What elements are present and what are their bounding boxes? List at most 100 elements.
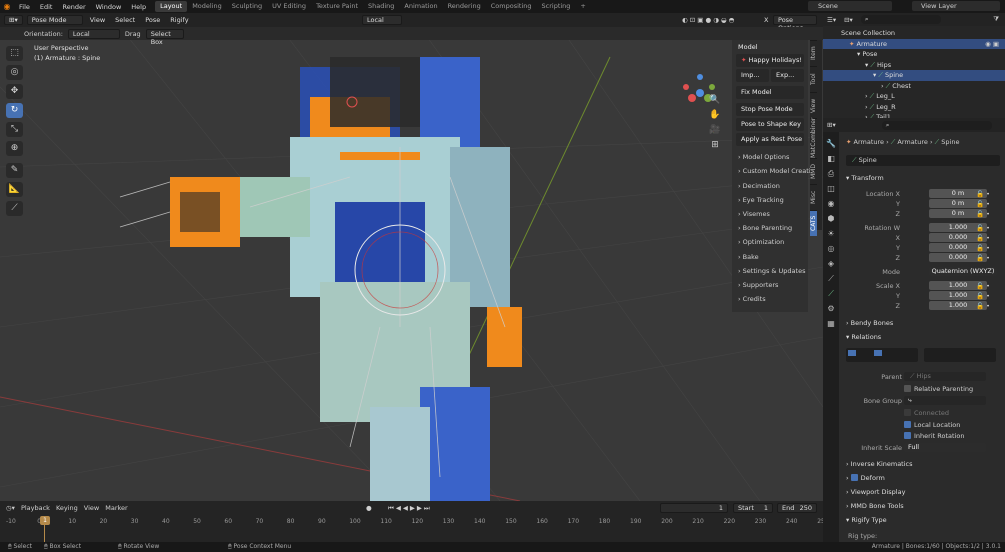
connected-row[interactable]: Connected — [904, 408, 1005, 418]
lock-icon[interactable]: 🔓 • — [976, 253, 990, 263]
apply-rest-pose-button[interactable]: Apply as Rest Pose — [736, 133, 804, 147]
panel-bendy-bones[interactable]: › Bendy Bones — [846, 318, 893, 329]
panel-mmd-bone-tools[interactable]: › MMD Bone Tools — [846, 501, 904, 512]
bone-name-field[interactable]: ⟋ Spine — [846, 155, 1000, 166]
panel-viewport-display[interactable]: › Viewport Display — [846, 487, 905, 498]
tab-texture-paint[interactable]: Texture Paint — [311, 1, 363, 12]
tab-uv-editing[interactable]: UV Editing — [267, 1, 311, 12]
lock-icon[interactable]: 🔓 • — [976, 209, 990, 219]
tab-modeling[interactable]: Modeling — [187, 1, 227, 12]
lock-icon[interactable]: 🔓 • — [976, 301, 990, 311]
tab-animation[interactable]: Animation — [399, 1, 442, 12]
panel-relations[interactable]: ▾ Relations — [846, 332, 881, 343]
tab-rendering[interactable]: Rendering — [443, 1, 486, 12]
inherit-scale-dropdown[interactable]: Full — [904, 443, 986, 452]
outliner-row-spine[interactable]: ▾ ⟋ Spine — [823, 70, 1005, 81]
inherit-rotation-row[interactable]: Inherit Rotation — [904, 431, 1005, 441]
lock-icon[interactable]: 🔓 • — [976, 233, 990, 243]
cursor-tool-icon[interactable]: ⬚ — [6, 46, 23, 61]
export-button[interactable]: Exp... — [771, 69, 804, 83]
section-visemes[interactable]: › Visemes — [732, 207, 808, 221]
tab-view[interactable]: View — [810, 92, 817, 118]
editor-type-dropdown[interactable]: ⊞▾ — [4, 15, 23, 25]
section-model-options[interactable]: › Model Options — [732, 150, 808, 164]
rotate-tool-icon[interactable]: ↻ — [6, 103, 23, 118]
move-tool-icon[interactable]: ✥ — [6, 84, 23, 99]
transform-orientation-dropdown[interactable]: Local — [362, 15, 402, 25]
menu-file[interactable]: File — [14, 3, 35, 11]
outliner-filter-icon[interactable]: ⧩ — [993, 15, 1005, 24]
panel-title-model[interactable]: Model — [732, 40, 808, 54]
outliner-row-scene-collection[interactable]: Scene Collection — [823, 28, 1005, 39]
mirror-axis-x[interactable]: X — [764, 16, 768, 24]
properties-tab-icons[interactable]: 🔧 ◧ ⎙ ◫ ◉ ⬢ ☀ ◎ ◈ ⟋ ⟋ ⚙ ▦ — [823, 132, 839, 331]
orientation-dropdown[interactable]: Local — [67, 28, 120, 39]
outliner-row-hips[interactable]: ▾ ⟋ Hips — [823, 60, 1005, 71]
section-decimation[interactable]: › Decimation — [732, 179, 808, 193]
menu-playback[interactable]: Playback — [21, 504, 50, 512]
drag-dropdown[interactable]: Select Box — [145, 28, 184, 46]
menu-view[interactable]: View — [87, 16, 108, 24]
section-bake[interactable]: › Bake — [732, 250, 808, 264]
tab-shading[interactable]: Shading — [363, 1, 399, 12]
timeline-editor-icon[interactable]: ◷▾ — [6, 504, 15, 512]
tab-item[interactable]: Item — [810, 40, 817, 66]
lock-icon[interactable]: 🔓 • — [976, 223, 990, 233]
lock-icon[interactable]: 🔓 • — [976, 189, 990, 199]
viewport-overlay-icons[interactable]: ◐ ⊡ ▣ ● ◑ ◒ ◓ — [682, 16, 734, 24]
deform-checkbox[interactable] — [850, 474, 858, 481]
add-workspace-button[interactable]: + — [575, 1, 590, 12]
outliner-row-chest[interactable]: › ⟋ Chest — [823, 81, 1005, 92]
tab-misc[interactable]: Misc — [810, 184, 817, 210]
bone-tool-icon[interactable]: ⟋ — [6, 201, 23, 216]
view-layer-selector[interactable]: View Layer — [912, 1, 1000, 11]
pose-options-dropdown[interactable]: Pose Options — [773, 15, 817, 32]
lock-icon[interactable]: 🔓 • — [976, 291, 990, 301]
mode-dropdown[interactable]: Pose Mode — [26, 15, 83, 25]
timeline-ruler[interactable]: -100102030405060708090100110120130140150… — [0, 516, 860, 526]
3d-viewport[interactable]: User Perspective (1) Armature : Spine ⬚ … — [0, 27, 823, 501]
rotation-mode-dropdown[interactable]: Quaternion (WXYZ) — [929, 267, 997, 276]
menu-keying[interactable]: Keying — [56, 504, 78, 512]
inherit-rotation-checkbox[interactable] — [904, 432, 911, 439]
pose-to-shape-key-button[interactable]: Pose to Shape Key — [736, 118, 804, 132]
scene-selector[interactable]: Scene — [808, 1, 892, 11]
scale-tool-icon[interactable]: ⤡ — [6, 122, 23, 137]
section-settings-updates[interactable]: › Settings & Updates — [732, 264, 808, 278]
section-optimization[interactable]: › Optimization — [732, 235, 808, 249]
panel-rigify-type[interactable]: ▾ Rigify Type — [846, 515, 887, 526]
properties-search-input[interactable]: ⌕ — [881, 120, 992, 130]
tab-scripting[interactable]: Scripting — [537, 1, 576, 12]
outliner-editor-icon[interactable]: ☰▾ — [827, 16, 836, 24]
tab-mmd[interactable]: MMD — [810, 158, 817, 184]
start-frame-field[interactable]: Start 1 — [733, 503, 773, 513]
tab-matcombiner[interactable]: MatCombiner — [810, 118, 817, 158]
connected-checkbox[interactable] — [904, 409, 911, 416]
tab-layout[interactable]: Layout — [155, 1, 188, 12]
relative-parenting-row[interactable]: Relative Parenting — [904, 384, 1005, 394]
end-frame-field[interactable]: End 250 — [777, 503, 817, 513]
lock-icon[interactable]: 🔓 • — [976, 281, 990, 291]
bone-group-field[interactable]: ⤷ — [904, 396, 986, 405]
lock-icon[interactable]: 🔓 • — [976, 243, 990, 253]
playback-controls[interactable]: ⏮◀◀▶▶⏭ — [388, 504, 432, 513]
section-supporters[interactable]: › Supporters — [732, 278, 808, 292]
menu-edit[interactable]: Edit — [35, 3, 58, 11]
section-custom-model[interactable]: › Custom Model Creation — [732, 164, 819, 178]
menu-marker[interactable]: Marker — [105, 504, 127, 512]
tab-tool[interactable]: Tool — [810, 66, 817, 92]
outliner-row-leg-r[interactable]: › ⟋ Leg_R — [823, 102, 1005, 113]
menu-pose[interactable]: Pose — [142, 16, 163, 24]
lock-icon[interactable]: 🔓 • — [976, 199, 990, 209]
menu-window[interactable]: Window — [91, 3, 127, 11]
tab-sculpting[interactable]: Sculpting — [227, 1, 267, 12]
bone-layers-left[interactable] — [846, 348, 918, 362]
measure-tool-icon[interactable]: 📐 — [6, 182, 23, 197]
section-bone-parenting[interactable]: › Bone Parenting — [732, 221, 808, 235]
import-button[interactable]: Imp... — [736, 69, 769, 83]
playhead[interactable]: 1 — [40, 516, 50, 525]
properties-editor-icon[interactable]: ⊞▾ — [827, 121, 836, 129]
happy-holidays-button[interactable]: ✦ Happy Holidays! — [736, 54, 804, 68]
local-location-row[interactable]: Local Location — [904, 420, 1005, 430]
tab-cats[interactable]: CATS — [810, 210, 817, 236]
